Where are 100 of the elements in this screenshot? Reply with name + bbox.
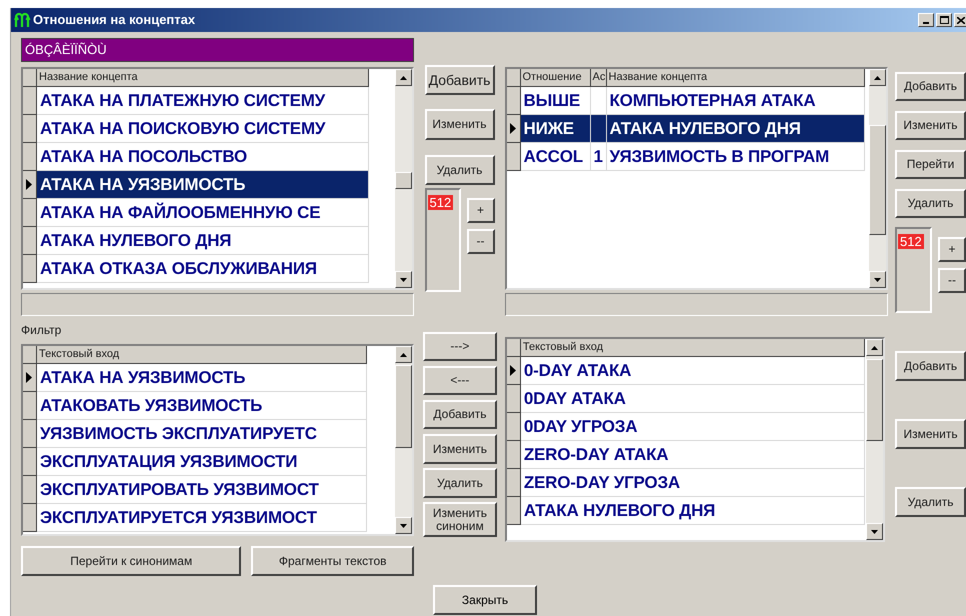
close-dialog-button[interactable]: Закрыть: [433, 585, 537, 615]
table-cell[interactable]: КОМПЬЮТЕРНАЯ АТАКА: [606, 87, 864, 115]
step-button[interactable]: +: [466, 198, 494, 223]
action-button[interactable]: Изменить синоним: [423, 502, 497, 537]
row-indicator[interactable]: [23, 504, 37, 532]
table-cell[interactable]: 0DAY АТАКА: [520, 385, 865, 413]
scroll-bar[interactable]: [394, 69, 412, 288]
row-indicator[interactable]: [506, 469, 521, 497]
table-cell[interactable]: ZERO-DAY УГРОЗА: [520, 469, 865, 497]
table-cell[interactable]: 0-DAY АТАКА: [520, 357, 865, 385]
scroll-thumb[interactable]: [395, 365, 412, 448]
table-cell[interactable]: АТАКА НА ФАЙЛООБМЕННУЮ СЕ: [37, 199, 369, 227]
row-indicator[interactable]: [506, 87, 520, 115]
table-cell[interactable]: УЯЗВИМОСТЬ ЭКСПЛУАТИРУЕТС: [37, 420, 367, 448]
action-button[interactable]: Удалить: [895, 189, 966, 218]
table-cell[interactable]: УЯЗВИМОСТЬ В ПРОГРАМ: [606, 143, 864, 171]
scroll-thumb[interactable]: [866, 359, 884, 441]
action-button[interactable]: <---: [423, 366, 497, 395]
row-indicator[interactable]: [506, 115, 520, 143]
column-header[interactable]: Название концепта: [37, 69, 369, 87]
scroll-up-button[interactable]: [866, 339, 884, 356]
scroll-bar[interactable]: [869, 69, 886, 288]
scroll-down-button[interactable]: [395, 517, 412, 534]
table-cell[interactable]: АТАКОВАТЬ УЯЗВИМОСТЬ: [37, 392, 367, 420]
table-cell[interactable]: [590, 87, 606, 115]
table-cell[interactable]: АТАКА НА ПЛАТЕЖНУЮ СИСТЕМУ: [37, 87, 369, 115]
table-cell[interactable]: АТАКА НА ПОИСКОВУЮ СИСТЕМУ: [37, 115, 369, 143]
column-header[interactable]: Текстовый вход: [520, 339, 865, 357]
maximize-button[interactable]: [936, 13, 952, 27]
action-button[interactable]: Удалить: [424, 155, 494, 185]
action-button[interactable]: Фрагменты текстов: [251, 546, 414, 576]
row-indicator[interactable]: [506, 385, 521, 413]
action-button[interactable]: --->: [423, 332, 497, 361]
column-header[interactable]: Отношение: [520, 69, 590, 87]
action-button[interactable]: Добавить: [895, 72, 966, 101]
table-cell[interactable]: ЭКСПЛУАТАЦИЯ УЯЗВИМОСТИ: [37, 448, 367, 476]
table-cell[interactable]: АТАКА НУЛЕВОГО ДНЯ: [606, 115, 864, 143]
row-indicator[interactable]: [23, 227, 37, 255]
scroll-up-button[interactable]: [869, 69, 886, 86]
table-cell[interactable]: НИЖЕ: [520, 115, 590, 143]
action-button[interactable]: Добавить: [424, 65, 494, 95]
scroll-bar[interactable]: [866, 339, 884, 540]
table-cell[interactable]: АТАКА НУЛЕВОГО ДНЯ: [37, 227, 369, 255]
table-cell[interactable]: ЭКСПЛУАТИРОВАТЬ УЯЗВИМОСТ: [37, 476, 367, 504]
column-header[interactable]: Текстовый вход: [37, 346, 367, 364]
action-button[interactable]: Изменить: [895, 111, 966, 140]
step-button[interactable]: +: [938, 237, 966, 262]
table-cell[interactable]: ZERO-DAY АТАКА: [520, 441, 865, 469]
step-button[interactable]: --: [938, 268, 966, 293]
table-cell[interactable]: АТАКА НА УЯЗВИМОСТЬ: [37, 364, 367, 392]
column-header[interactable]: Ac: [590, 69, 606, 87]
row-indicator[interactable]: [23, 392, 37, 420]
row-indicator[interactable]: [506, 497, 521, 525]
row-indicator[interactable]: [23, 115, 37, 143]
row-indicator[interactable]: [23, 255, 37, 283]
action-button[interactable]: Перейти к синонимам: [21, 546, 242, 576]
scroll-down-button[interactable]: [866, 523, 884, 540]
table-cell[interactable]: АТАКА НА УЯЗВИМОСТЬ: [37, 171, 369, 199]
close-button[interactable]: [954, 13, 966, 27]
table-cell[interactable]: АТАКА НА ПОСОЛЬСТВО: [37, 143, 369, 171]
action-button[interactable]: Изменить: [424, 109, 494, 140]
action-button[interactable]: Изменить: [895, 419, 966, 449]
step-button[interactable]: --: [466, 229, 494, 254]
row-indicator[interactable]: [23, 143, 37, 171]
scroll-thumb[interactable]: [869, 125, 886, 235]
table-cell[interactable]: АТАКА ОТКАЗА ОБСЛУЖИВАНИЯ: [37, 255, 369, 283]
scroll-thumb[interactable]: [394, 172, 412, 189]
minimize-button[interactable]: [918, 13, 934, 27]
table-cell[interactable]: АТАКА НУЛЕВОГО ДНЯ: [520, 497, 865, 525]
scroll-down-button[interactable]: [869, 271, 886, 288]
row-indicator[interactable]: [506, 357, 521, 385]
scroll-up-button[interactable]: [395, 346, 412, 363]
table-cell[interactable]: [590, 115, 606, 143]
table-cell[interactable]: ACCOL: [520, 143, 590, 171]
table-cell[interactable]: ВЫШЕ: [520, 87, 590, 115]
row-indicator[interactable]: [506, 441, 521, 469]
column-header[interactable]: Название концепта: [606, 69, 864, 87]
row-indicator[interactable]: [23, 476, 37, 504]
action-button[interactable]: Перейти: [895, 150, 966, 179]
action-button[interactable]: Удалить: [895, 487, 966, 517]
scroll-down-button[interactable]: [394, 271, 412, 288]
action-button[interactable]: Добавить: [895, 351, 966, 381]
action-button[interactable]: Добавить: [423, 400, 497, 429]
row-indicator[interactable]: [23, 199, 37, 227]
row-indicator[interactable]: [23, 87, 37, 115]
table-cell[interactable]: 0DAY УГРОЗА: [520, 413, 865, 441]
scroll-bar[interactable]: [395, 346, 412, 534]
row-indicator[interactable]: [23, 364, 37, 392]
table-cell[interactable]: ЭКСПЛУАТИРУЕТСЯ УЯЗВИМОСТ: [37, 504, 367, 532]
row-indicator[interactable]: [23, 448, 37, 476]
current-row-icon: [510, 123, 516, 134]
row-indicator[interactable]: [23, 171, 37, 199]
action-button[interactable]: Удалить: [423, 468, 497, 498]
row-indicator[interactable]: [506, 413, 521, 441]
row-indicator[interactable]: [23, 420, 37, 448]
minimize-icon: [923, 22, 929, 24]
scroll-up-button[interactable]: [394, 69, 412, 86]
row-indicator[interactable]: [506, 143, 520, 171]
table-cell[interactable]: 1: [590, 143, 606, 171]
action-button[interactable]: Изменить: [423, 434, 497, 464]
